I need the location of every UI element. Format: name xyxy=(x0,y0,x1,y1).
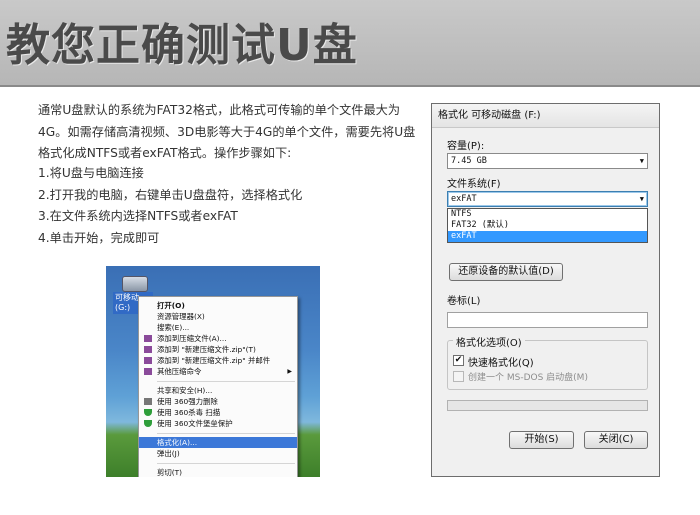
step-list: 1.将U盘与电脑连接 2.打开我的电脑，右键单击U盘盘符，选择格式化 3.在文件… xyxy=(38,163,302,250)
menu-item-explorer[interactable]: 资源管理器(X) xyxy=(139,311,297,322)
context-menu: 打开(O) 资源管理器(X) 搜索(E)... 添加到压缩文件(A)... 添加… xyxy=(138,296,298,477)
menu-separator xyxy=(157,463,295,464)
step-item: 3.在文件系统内选择NTFS或者exFAT xyxy=(38,209,238,224)
capacity-select[interactable]: 7.45 GB ▼ xyxy=(447,153,648,169)
option-exfat[interactable]: exFAT xyxy=(448,231,647,242)
step-item: 1.将U盘与电脑连接 xyxy=(38,166,144,180)
menu-item-360-scan[interactable]: 使用 360杀毒 扫描 xyxy=(139,407,297,418)
archive-icon xyxy=(144,357,152,364)
menu-item-eject[interactable]: 弹出(J) xyxy=(139,448,297,459)
msdos-disk-checkbox[interactable] xyxy=(453,371,464,382)
shredder-icon xyxy=(144,398,152,405)
quick-format-label: 快速格式化(Q) xyxy=(468,358,534,369)
step-item: 4.单击开始，完成即可 xyxy=(38,231,160,246)
menu-separator xyxy=(157,381,295,382)
shield-icon xyxy=(144,409,152,416)
format-dialog: 格式化 可移动磁盘 (F:) 容量(P): 7.45 GB ▼ 文件系统(F) e… xyxy=(431,103,660,477)
menu-item-360-protect[interactable]: 使用 360文件堡垒保护 xyxy=(139,418,297,429)
menu-item-add-zip-mail[interactable]: 添加到 "新建压缩文件.zip" 并邮件 xyxy=(139,355,297,366)
volume-label-input[interactable] xyxy=(447,312,648,328)
menu-item-open[interactable]: 打开(O) xyxy=(139,300,297,311)
banner-divider xyxy=(0,85,700,87)
menu-item-cut[interactable]: 剪切(T) xyxy=(139,467,297,477)
explorer-screenshot: 可移动 (G:) 打开(O) 资源管理器(X) 搜索(E)... 添加到压缩文件… xyxy=(106,266,320,477)
dialog-title: 格式化 可移动磁盘 (F:) xyxy=(432,104,659,128)
filesystem-label: 文件系统(F) xyxy=(447,179,501,190)
menu-separator xyxy=(157,433,295,434)
usb-drive-icon[interactable] xyxy=(122,276,148,292)
option-fat32[interactable]: FAT32 (默认) xyxy=(448,220,647,231)
filesystem-dropdown: NTFS FAT32 (默认) exFAT xyxy=(447,208,648,243)
menu-item-add-zip[interactable]: 添加到 "新建压缩文件.zip"(T) xyxy=(139,344,297,355)
quick-format-checkbox[interactable]: ✔ xyxy=(453,355,464,366)
submenu-arrow-icon: ▶ xyxy=(287,368,292,375)
shield-icon xyxy=(144,420,152,427)
archive-icon xyxy=(144,335,152,342)
format-progress-bar xyxy=(447,400,648,411)
chevron-down-icon: ▼ xyxy=(639,157,644,165)
archive-icon xyxy=(144,368,152,375)
chevron-down-icon: ▼ xyxy=(639,195,644,203)
format-options-label: 格式化选项(O) xyxy=(453,334,525,349)
menu-item-more-compress[interactable]: 其他压缩命令 ▶ xyxy=(139,366,297,377)
volume-label: 卷标(L) xyxy=(447,296,481,307)
filesystem-select[interactable]: exFAT ▼ xyxy=(447,191,648,207)
menu-item-360-delete[interactable]: 使用 360强力删除 xyxy=(139,396,297,407)
step-item: 2.打开我的电脑，右键单击U盘盘符，选择格式化 xyxy=(38,187,303,202)
capacity-label: 容量(P): xyxy=(447,141,485,152)
menu-item-add-archive[interactable]: 添加到压缩文件(A)... xyxy=(139,333,297,344)
archive-icon xyxy=(144,346,152,353)
restore-defaults-button[interactable]: 还原设备的默认值(D) xyxy=(449,263,563,281)
page-title: 教您正确测试U盘 xyxy=(6,20,358,71)
option-ntfs[interactable]: NTFS xyxy=(448,209,647,220)
menu-item-search[interactable]: 搜索(E)... xyxy=(139,322,297,333)
menu-item-sharing[interactable]: 共享和安全(H)... xyxy=(139,385,297,396)
menu-item-format[interactable]: 格式化(A)... xyxy=(139,437,297,448)
intro-text: 通常U盘默认的系统为FAT32格式，此格式可传输的单个文件最大为4G。如需存储高… xyxy=(38,103,416,160)
msdos-disk-label: 创建一个 MS-DOS 启动盘(M) xyxy=(468,373,588,383)
close-button[interactable]: 关闭(C) xyxy=(584,431,648,449)
start-button[interactable]: 开始(S) xyxy=(509,431,574,449)
